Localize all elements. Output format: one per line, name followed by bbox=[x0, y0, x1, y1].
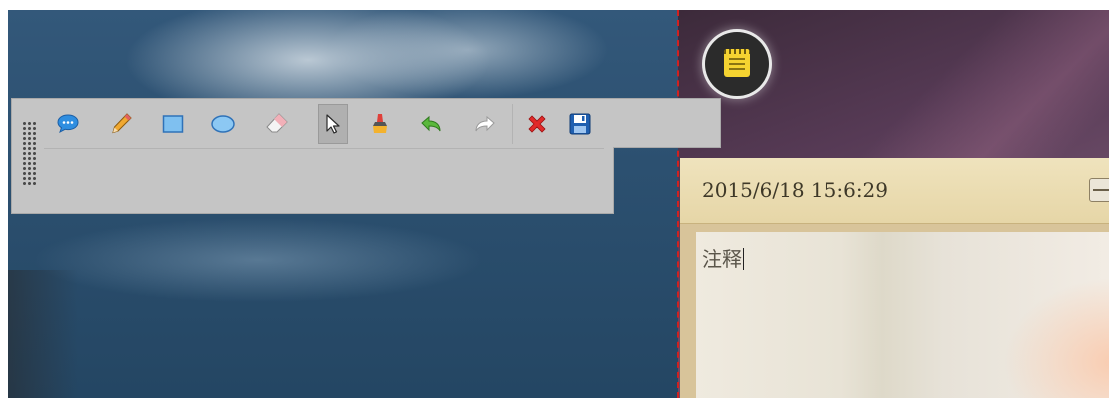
rectangle-icon[interactable] bbox=[158, 107, 188, 141]
note-timestamp: 2015/6/18 15:6:29 bbox=[702, 178, 889, 202]
note-text-area[interactable] bbox=[696, 232, 1109, 398]
note-text: 注释 bbox=[702, 247, 742, 271]
pencil-icon[interactable] bbox=[106, 107, 136, 141]
toolbar-separator bbox=[512, 104, 513, 144]
toolbar-divider bbox=[44, 148, 604, 149]
save-icon[interactable] bbox=[565, 107, 595, 141]
cursor-icon[interactable] bbox=[318, 104, 348, 144]
undo-icon[interactable] bbox=[416, 107, 446, 141]
close-icon[interactable] bbox=[522, 107, 552, 141]
speech-bubble-icon[interactable] bbox=[53, 107, 83, 141]
toolbar-drag-handle[interactable] bbox=[22, 121, 38, 185]
notepad-icon[interactable] bbox=[705, 32, 769, 96]
selection-boundary-line bbox=[677, 10, 679, 398]
text-caret bbox=[743, 248, 744, 270]
paint-brush-icon[interactable] bbox=[365, 107, 395, 141]
redo-icon[interactable] bbox=[470, 107, 500, 141]
eraser-icon[interactable] bbox=[262, 107, 292, 141]
note-content[interactable]: 注释 bbox=[702, 243, 744, 272]
note-minimize-button[interactable] bbox=[1089, 178, 1109, 202]
annotation-toolbar-panel bbox=[11, 147, 614, 214]
ellipse-icon[interactable] bbox=[208, 107, 238, 141]
